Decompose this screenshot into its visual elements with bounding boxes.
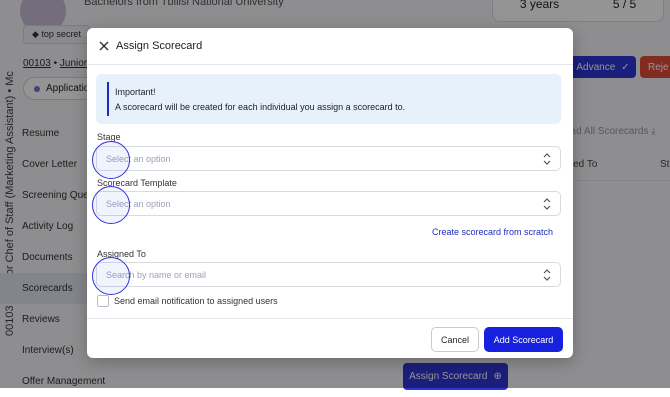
chevron-updown-icon	[543, 198, 551, 210]
highlight-circle	[92, 186, 130, 224]
dialog-title: Assign Scorecard	[116, 40, 203, 52]
alert-accent-bar	[107, 82, 109, 116]
chevron-updown-icon	[543, 269, 551, 281]
assign-scorecard-dialog: Assign Scorecard Important! A scorecard …	[87, 28, 573, 358]
cancel-button[interactable]: Cancel	[431, 327, 479, 352]
highlight-circle	[92, 257, 130, 295]
email-notification-label: Send email notification to assigned user…	[114, 296, 278, 306]
highlight-circle	[92, 141, 130, 179]
assigned-to-search[interactable]: Search by name or email	[96, 262, 561, 287]
dialog-footer-divider	[87, 318, 573, 319]
chevron-updown-icon	[543, 153, 551, 165]
stage-select[interactable]: Select an option	[96, 146, 561, 171]
email-notification-checkbox[interactable]	[97, 295, 109, 307]
alert-title: Important!	[115, 87, 156, 97]
add-scorecard-button[interactable]: Add Scorecard	[484, 327, 563, 352]
template-select[interactable]: Select an option	[96, 191, 561, 216]
create-scorecard-link[interactable]: Create scorecard from scratch	[432, 227, 553, 237]
alert-message: A scorecard will be created for each ind…	[115, 102, 406, 112]
dialog-header: Assign Scorecard	[87, 28, 573, 65]
close-icon[interactable]	[98, 40, 110, 52]
important-alert: Important! A scorecard will be created f…	[96, 74, 561, 124]
